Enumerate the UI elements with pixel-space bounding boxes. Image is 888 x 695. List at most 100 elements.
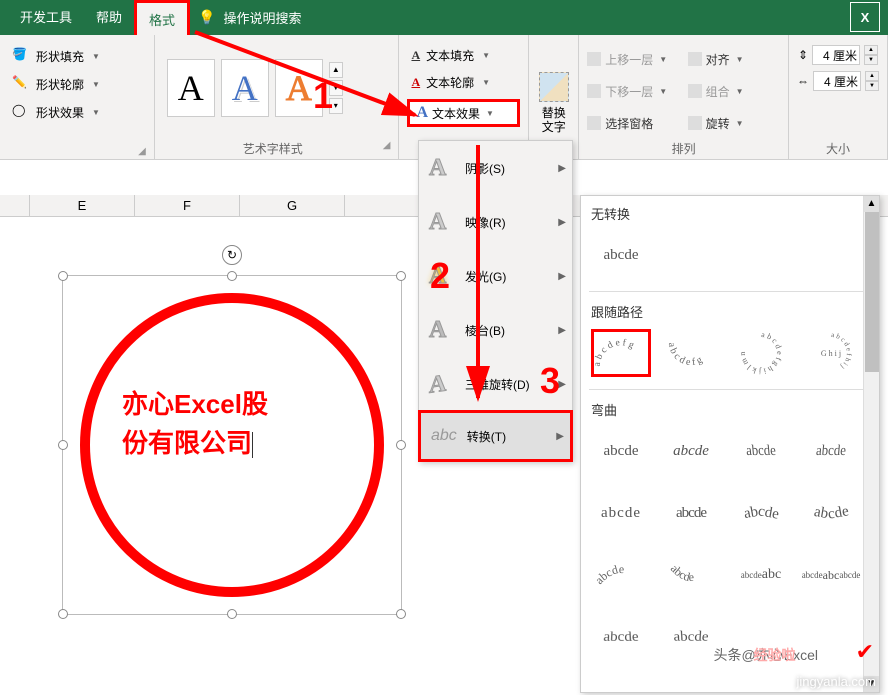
warp-13[interactable]: abcde <box>587 617 655 663</box>
gallery-more-icon[interactable]: ▾ <box>329 98 343 114</box>
group-arrange: 上移一层▼ 对齐▼ 下移一层▼ 组合▼ 选择窗格 旋转▼ 排列 <box>579 35 789 159</box>
follow-path-button[interactable]: a b c d e f h i jG h i j <box>801 329 861 377</box>
tell-me-search[interactable]: 操作说明搜索 <box>223 8 301 27</box>
resize-handle[interactable] <box>227 271 237 281</box>
alt-text-button[interactable]: 替换 文字 <box>542 106 566 135</box>
scroll-thumb[interactable] <box>865 212 879 372</box>
send-backward-icon <box>587 84 601 98</box>
warp-11[interactable]: abcdeabc <box>731 551 791 599</box>
menu-label: 棱台(B) <box>465 322 505 339</box>
rotate-handle-icon[interactable]: ↻ <box>222 245 242 265</box>
warp-6[interactable]: abcde <box>661 489 721 537</box>
warp-7[interactable]: abcde <box>731 489 791 537</box>
transform-gallery: ▲ ▼ 无转换 abcde 跟随路径 a b c d e f g a b c d… <box>580 195 880 693</box>
chevron-down-icon: ▼ <box>92 52 100 61</box>
submenu-arrow-icon: ▶ <box>558 217 566 228</box>
menu-item-3d-rotation[interactable]: A 三维旋转(D) ▶ <box>419 357 572 411</box>
selected-shape[interactable]: ↻ 亦心Excel股 份有限公司 <box>62 275 402 615</box>
submenu-arrow-icon: ▶ <box>558 325 566 336</box>
follow-path-arch-down[interactable]: a b c d e f g <box>661 329 721 377</box>
warp-10[interactable]: abcde <box>661 551 721 599</box>
transform-preview-icon: abc <box>431 427 457 445</box>
warp-4[interactable]: abcde <box>803 427 858 475</box>
follow-path-arch-up[interactable]: a b c d e f g <box>591 329 651 377</box>
wordart-style-3[interactable]: A <box>275 59 323 117</box>
menu-label: 转换(T) <box>467 428 506 445</box>
resize-handle[interactable] <box>396 271 406 281</box>
warp-2[interactable]: abcde <box>661 427 721 475</box>
shape-effects-label: 形状效果 <box>36 104 84 121</box>
shape-outline-button[interactable]: ✏️ 形状轮廓 ▼ <box>8 73 146 95</box>
scroll-up-icon[interactable]: ▲ <box>864 196 879 212</box>
text-effects-button[interactable]: A 文本效果 ▼ <box>407 99 520 127</box>
shape-effects-button[interactable]: ◯ 形状效果 ▼ <box>8 101 146 123</box>
tab-help[interactable]: 帮助 <box>84 0 134 35</box>
tab-dev-tools[interactable]: 开发工具 <box>8 0 84 35</box>
menu-label: 阴影(S) <box>465 160 505 177</box>
warp-12[interactable]: abcdeabcabcde <box>801 551 861 599</box>
rotate-button[interactable]: 旋转▼ <box>688 109 780 137</box>
dialog-launcher-icon[interactable]: ◢ <box>138 146 146 157</box>
warp-5[interactable]: abcde <box>591 489 651 537</box>
pencil-icon: ✏️ <box>12 75 30 93</box>
gallery-down-icon[interactable]: ▼ <box>329 80 343 96</box>
section-no-transform: 无转换 <box>581 196 879 227</box>
dialog-launcher-icon[interactable]: ◢ <box>383 140 391 151</box>
transform-none[interactable]: abcde <box>591 231 651 279</box>
menu-item-bevel[interactable]: A 棱台(B) ▶ <box>419 303 572 357</box>
width-input[interactable] <box>813 71 861 91</box>
resize-handle[interactable] <box>58 271 68 281</box>
checkmark-icon: ✔ <box>856 639 874 665</box>
col-header-e[interactable]: E <box>30 195 135 216</box>
warp-9[interactable]: abcde <box>591 551 651 599</box>
height-down[interactable]: ▼ <box>864 55 878 65</box>
menu-item-glow[interactable]: A 发光(G) ▶ <box>419 249 572 303</box>
follow-path-circle[interactable]: a b c d e f g h i j k l m n <box>731 329 791 377</box>
group-button[interactable]: 组合▼ <box>688 77 780 105</box>
col-header-f[interactable]: F <box>135 195 240 216</box>
shape-fill-label: 形状填充 <box>36 48 84 65</box>
menu-item-reflection[interactable]: A 映像(R) ▶ <box>419 195 572 249</box>
wordart-style-2[interactable]: A <box>221 59 269 117</box>
resize-handle[interactable] <box>58 609 68 619</box>
text-fill-button[interactable]: A 文本填充 ▼ <box>407 45 520 66</box>
menu-item-shadow[interactable]: A 阴影(S) ▶ <box>419 141 572 195</box>
warp-1[interactable]: abcde <box>591 427 651 475</box>
resize-handle[interactable] <box>396 609 406 619</box>
col-header-g[interactable]: G <box>240 195 345 216</box>
send-backward-button[interactable]: 下移一层▼ <box>587 77 679 105</box>
submenu-arrow-icon: ▶ <box>556 431 564 442</box>
section-follow-path: 跟随路径 <box>581 294 879 325</box>
gallery-up-icon[interactable]: ▲ <box>329 62 343 78</box>
resize-handle[interactable] <box>58 440 68 450</box>
alt-text-icon[interactable] <box>539 72 569 102</box>
shape-text-content[interactable]: 亦心Excel股 份有限公司 <box>122 385 342 463</box>
width-down[interactable]: ▼ <box>865 81 879 91</box>
shape-text-line2: 份有限公司 <box>122 428 252 458</box>
warp-8[interactable]: abcde <box>801 489 861 537</box>
selection-pane-button[interactable]: 选择窗格 <box>587 109 679 137</box>
text-outline-button[interactable]: A 文本轮廓 ▼ <box>407 72 520 93</box>
tab-format[interactable]: 格式 <box>134 0 190 35</box>
text-outline-label: 文本轮廓 <box>426 74 474 91</box>
chevron-down-icon: ▼ <box>482 51 490 60</box>
bring-forward-icon <box>587 52 601 66</box>
warp-3[interactable]: abcde <box>733 427 788 475</box>
shape-outline-label: 形状轮廓 <box>36 76 84 93</box>
height-up[interactable]: ▲ <box>864 45 878 55</box>
resize-handle[interactable] <box>227 609 237 619</box>
text-effects-icon: A <box>416 104 428 122</box>
bring-forward-button[interactable]: 上移一层▼ <box>587 45 679 73</box>
bevel-preview-icon: A <box>429 317 455 343</box>
width-icon: ⇔ <box>797 74 809 88</box>
width-up[interactable]: ▲ <box>865 71 879 81</box>
align-button[interactable]: 对齐▼ <box>688 45 780 73</box>
menu-item-transform[interactable]: abc 转换(T) ▶ <box>418 410 573 462</box>
menu-label: 三维旋转(D) <box>465 376 530 393</box>
height-input[interactable] <box>812 45 860 65</box>
excel-app-icon: X <box>850 2 880 32</box>
scrollbar[interactable]: ▲ ▼ <box>863 196 879 692</box>
shape-fill-button[interactable]: 🪣 形状填充 ▼ <box>8 45 146 67</box>
wordart-style-1[interactable]: A <box>167 59 215 117</box>
resize-handle[interactable] <box>396 440 406 450</box>
